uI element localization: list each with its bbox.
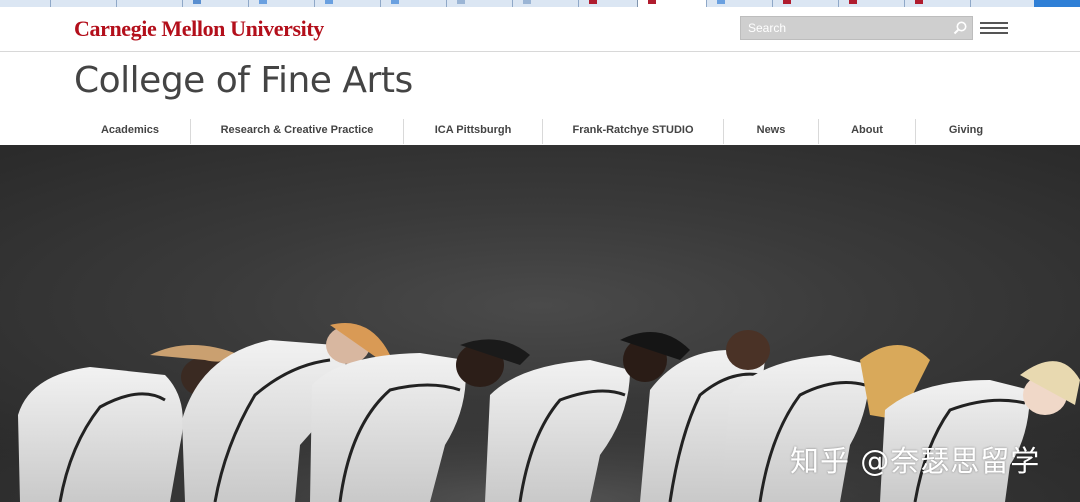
- browser-tab[interactable]: [380, 0, 446, 7]
- favicon-icon: [849, 0, 857, 4]
- main-nav: Academics Research & Creative Practice I…: [70, 119, 1020, 144]
- nav-item-about[interactable]: About: [819, 119, 916, 144]
- cmu-logo[interactable]: Carnegie Mellon University: [74, 16, 324, 42]
- nav-item-ica-pittsburgh[interactable]: ICA Pittsburgh: [404, 119, 543, 144]
- favicon-icon: [325, 0, 333, 4]
- browser-tab[interactable]: [970, 0, 1035, 7]
- new-tab-button[interactable]: [1034, 0, 1080, 7]
- nav-item-news[interactable]: News: [724, 119, 819, 144]
- watermark-text: 知乎 @奈瑟思留学: [790, 444, 1041, 478]
- browser-tab[interactable]: [904, 0, 970, 7]
- favicon-icon: [259, 0, 267, 4]
- favicon-icon: [457, 0, 465, 4]
- browser-tab[interactable]: [838, 0, 904, 7]
- nav-item-frank-ratchye[interactable]: Frank-Ratchye STUDIO: [543, 119, 724, 144]
- favicon-icon: [717, 0, 725, 4]
- browser-tab[interactable]: [578, 0, 637, 7]
- favicon-icon: [193, 0, 201, 4]
- search-input[interactable]: [741, 17, 948, 39]
- browser-tab[interactable]: [50, 0, 116, 7]
- favicon-icon: [915, 0, 923, 4]
- browser-tab[interactable]: [248, 0, 314, 7]
- browser-tab[interactable]: [772, 0, 838, 7]
- nav-item-academics[interactable]: Academics: [70, 119, 191, 144]
- favicon-icon: [648, 0, 656, 4]
- search-box: [740, 16, 973, 40]
- favicon-icon: [391, 0, 399, 4]
- page-title: College of Fine Arts: [74, 60, 413, 101]
- favicon-icon: [589, 0, 597, 4]
- nav-item-giving[interactable]: Giving: [916, 119, 1016, 144]
- hero-image: 知乎 @奈瑟思留学: [0, 145, 1080, 502]
- search-icon[interactable]: [952, 20, 968, 36]
- browser-tab[interactable]: [314, 0, 380, 7]
- browser-tab-active[interactable]: [637, 0, 707, 7]
- hamburger-menu-icon[interactable]: [980, 22, 1008, 36]
- nav-item-research[interactable]: Research & Creative Practice: [191, 119, 404, 144]
- browser-tab[interactable]: [512, 0, 578, 7]
- browser-tab[interactable]: [446, 0, 512, 7]
- browser-tab[interactable]: [116, 0, 182, 7]
- browser-tab[interactable]: [182, 0, 248, 7]
- favicon-icon: [783, 0, 791, 4]
- browser-tab-strip: [0, 0, 1080, 7]
- site-header: Carnegie Mellon University: [0, 7, 1080, 52]
- browser-tab[interactable]: [706, 0, 772, 7]
- favicon-icon: [523, 0, 531, 4]
